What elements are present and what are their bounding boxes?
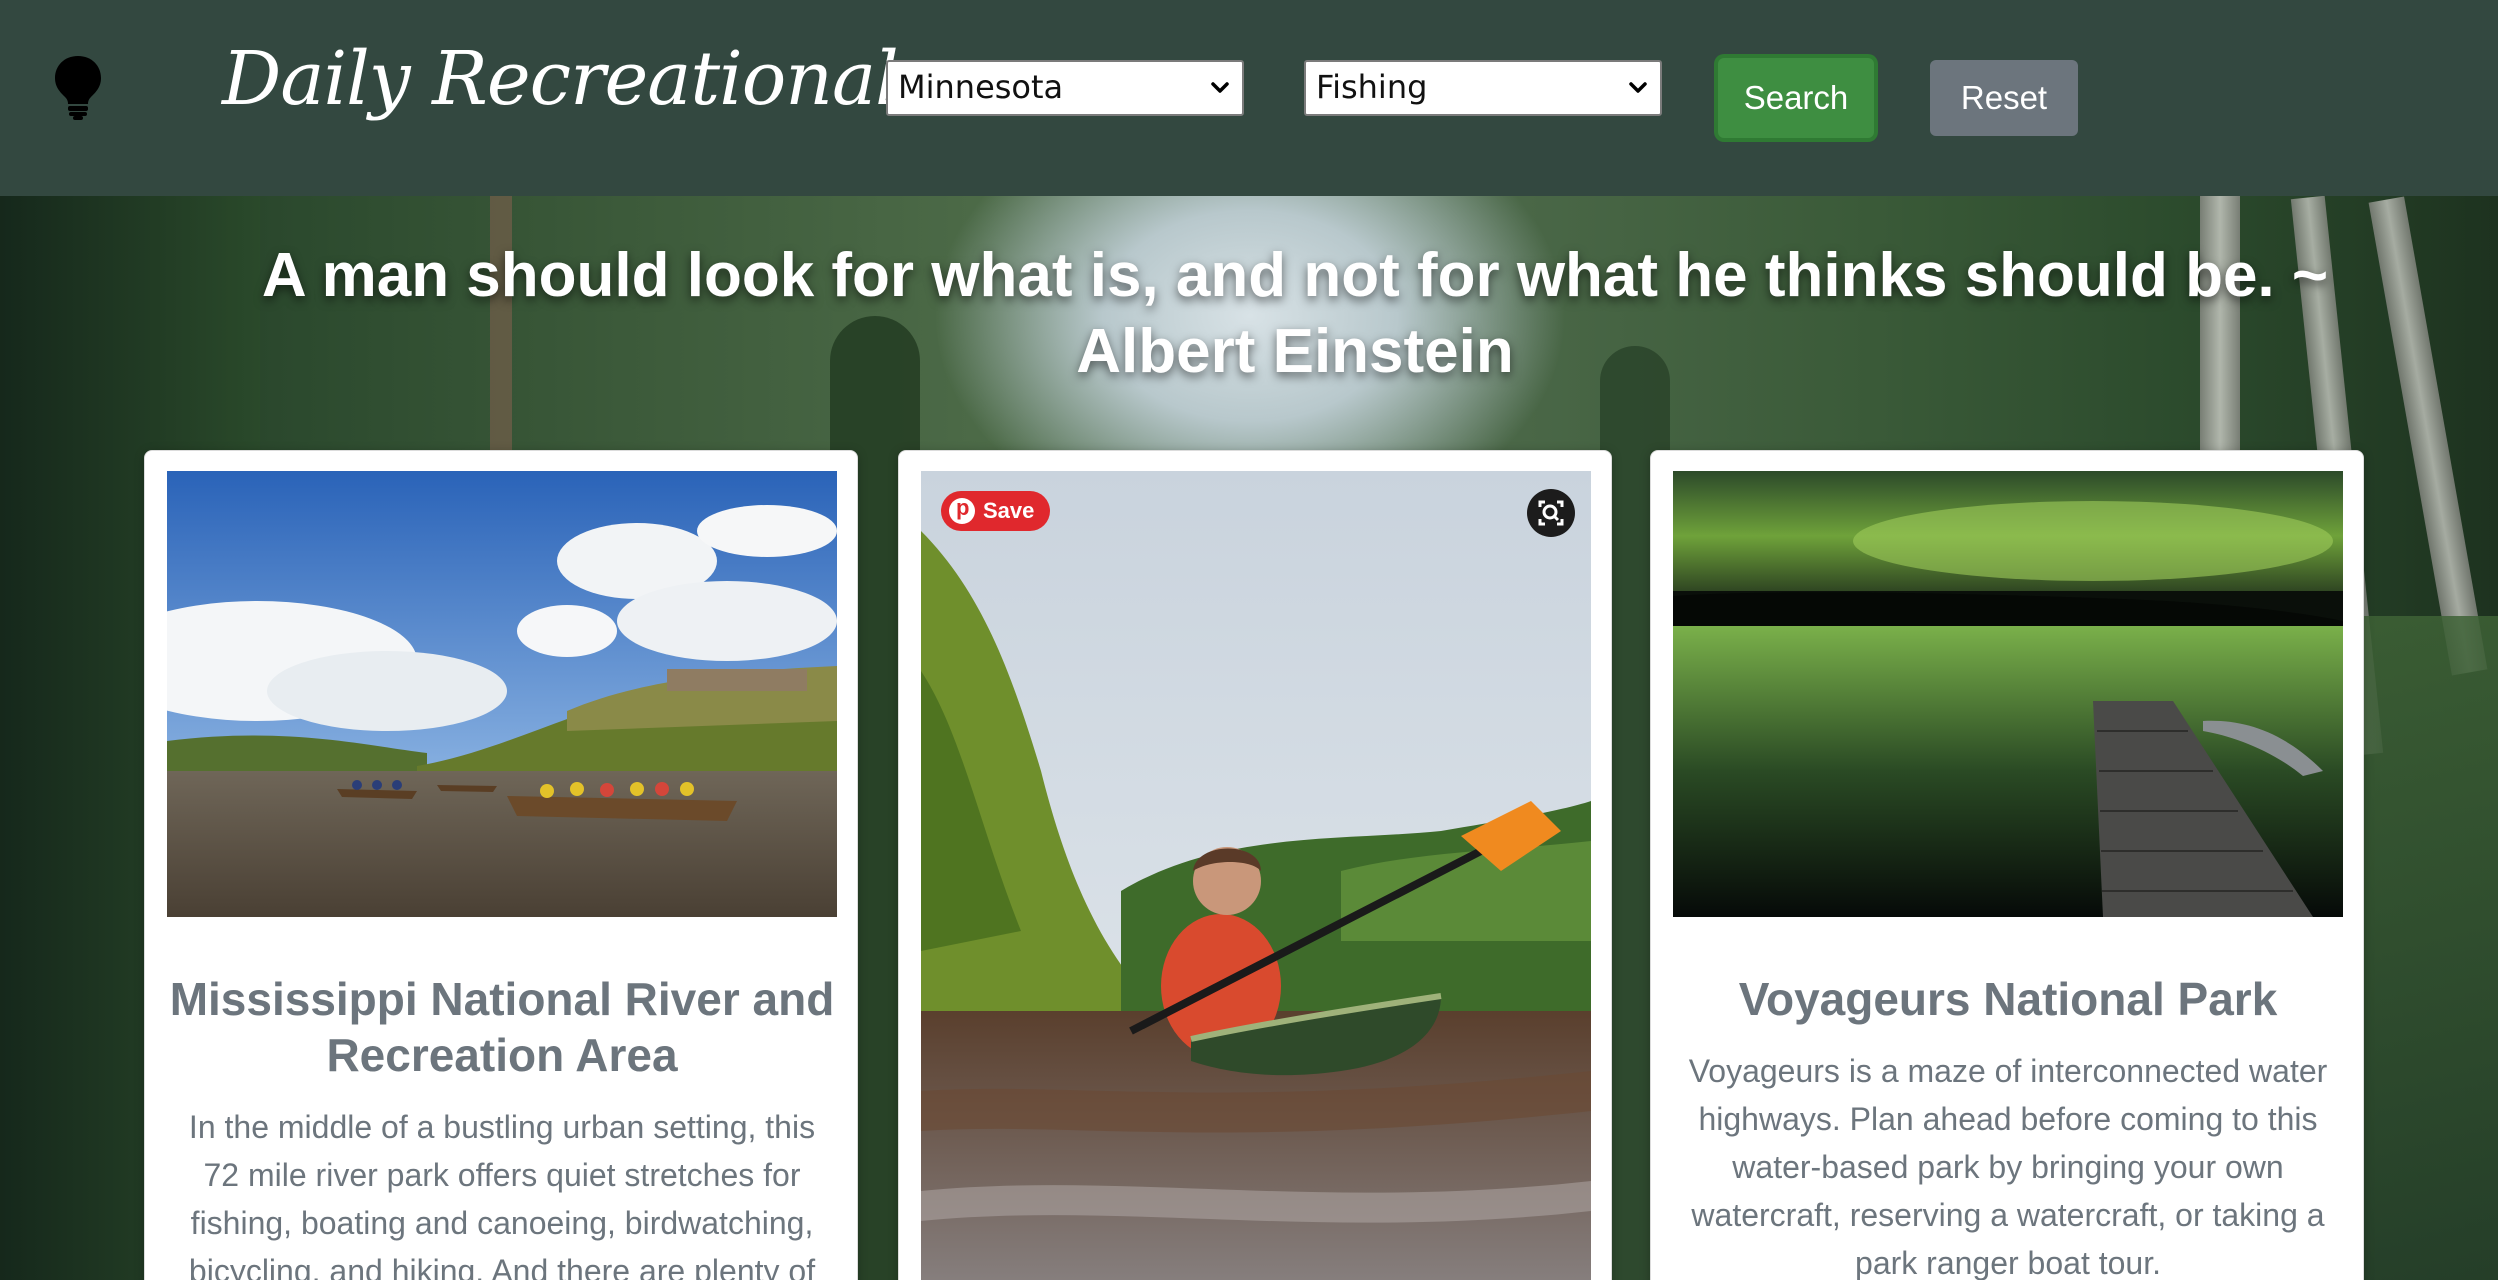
chevron-down-icon — [1211, 82, 1229, 93]
card-title: Voyageurs National Park — [1738, 973, 2278, 1025]
birch-trunk — [2368, 196, 2488, 676]
search-button[interactable]: Search — [1718, 58, 1874, 138]
card-description: In the middle of a bustling urban settin… — [188, 1109, 816, 1280]
state-select[interactable]: Minnesota — [886, 60, 1244, 116]
visual-search-icon[interactable] — [1527, 489, 1575, 537]
kayaker-photo: Save — [921, 471, 1591, 1280]
save-label: Save — [983, 498, 1035, 523]
kayaker-image — [921, 471, 1591, 1280]
activity-select[interactable]: Fishing — [1304, 60, 1662, 116]
foliage — [2360, 616, 2498, 1280]
inspirational-quote: A man should look for what is, and not f… — [261, 241, 2329, 386]
top-navbar: Daily Recreational Minnesota Fishing Sea… — [0, 0, 2498, 196]
park-card[interactable]: Mississippi National River and Recreatio… — [144, 450, 858, 1280]
reset-button[interactable]: Reset — [1930, 60, 2078, 136]
lightbulb-icon[interactable] — [52, 54, 104, 120]
park-card[interactable]: Save — [898, 450, 1612, 1280]
card-title: Mississippi National River and Recreatio… — [169, 973, 835, 1081]
chevron-down-icon — [1629, 82, 1647, 93]
state-select-value: Minnesota — [898, 68, 1064, 106]
pinterest-icon — [949, 495, 975, 524]
river-canoe-photo — [167, 471, 837, 917]
card-description: Voyageurs is a maze of interconnected wa… — [1688, 1053, 2328, 1280]
brand-title[interactable]: Daily Recreational — [222, 36, 899, 146]
pinterest-save-button[interactable]: Save — [941, 491, 1051, 531]
river-canoe-image — [167, 471, 837, 917]
park-card[interactable]: Voyageurs National Park Voyageurs is a m… — [1650, 450, 2364, 1280]
activity-select-value: Fishing — [1316, 68, 1428, 106]
aurora-dock-image — [1673, 471, 2343, 917]
aurora-dock-photo — [1673, 471, 2343, 917]
